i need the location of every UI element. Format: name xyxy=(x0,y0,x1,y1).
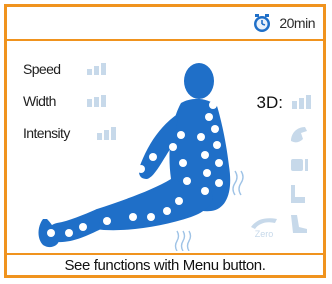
3d-bar xyxy=(292,101,297,109)
mode-label-3d: 3D: xyxy=(256,93,283,112)
clock-icon xyxy=(254,14,271,32)
tapping-icon xyxy=(291,159,308,171)
massage-chair-display: 20min Speed Width Intensity 3D: Zero See… xyxy=(4,4,326,278)
3d-bar xyxy=(299,98,304,109)
status-bar: 20min xyxy=(7,7,323,41)
menu-hint-text: See functions with Menu button. xyxy=(64,256,266,274)
timer: 20min xyxy=(251,13,315,33)
leg-icon xyxy=(291,215,307,233)
hint-bar: See functions with Menu button. xyxy=(7,253,323,275)
3d-level-bars xyxy=(292,95,311,109)
body-figure xyxy=(38,63,244,251)
seat-icon xyxy=(291,185,305,203)
main-area: Speed Width Intensity 3D: Zero xyxy=(7,41,323,253)
zero-gravity-label: Zero xyxy=(254,229,274,239)
zero-gravity-button: Zero xyxy=(247,213,281,243)
kneading-icon xyxy=(291,127,307,143)
timer-text: 20min xyxy=(279,15,315,31)
3d-bar xyxy=(306,95,311,109)
